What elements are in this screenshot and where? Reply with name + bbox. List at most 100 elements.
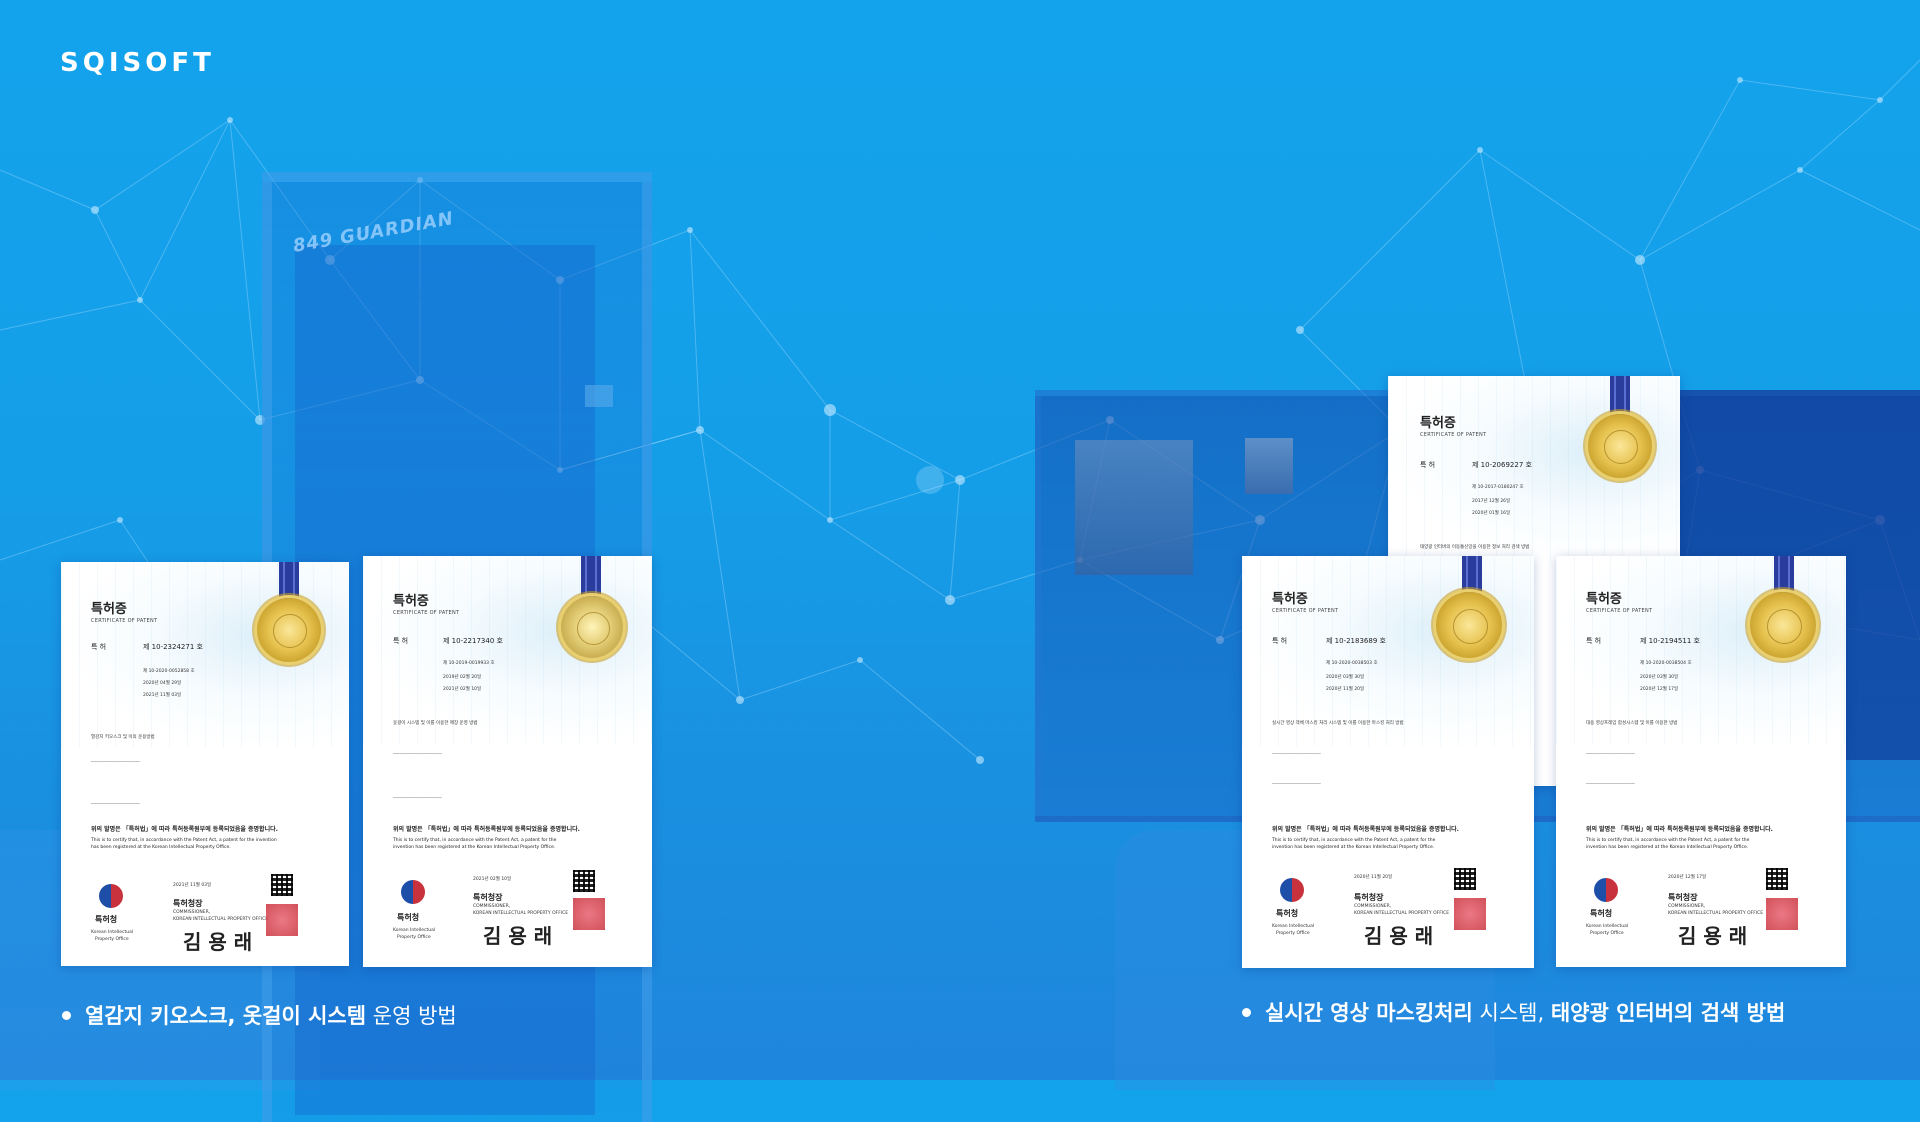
kipo-emblem — [99, 884, 123, 908]
filing-date: 2020년 03월 30일 — [1640, 675, 1679, 680]
patent-number: 제 10-2069227 호 — [1472, 461, 1532, 469]
cert-title: 특허증 — [1586, 592, 1622, 607]
invention-title: 실시간 영상 객체 마스킹 처리 시스템 및 이를 이용한 마스킹 처리 방법 — [1272, 721, 1404, 726]
qr-code — [271, 874, 293, 896]
signature: 김 용 래 — [183, 930, 253, 954]
commissioner-en-1: COMMISSIONER, — [1668, 904, 1706, 909]
statement-korean: 위의 발명은 「특허법」에 따라 특허등록원부에 등록되었음을 증명합니다. — [393, 826, 580, 833]
commissioner-en-2: KOREAN INTELLECTUAL PROPERTY OFFICE — [1668, 911, 1764, 916]
label-patent: 특 허 — [1272, 637, 1288, 645]
kipo-emblem — [1280, 878, 1304, 902]
cert-subtitle: CERTIFICATE OF PATENT — [91, 618, 158, 624]
gold-seal — [561, 596, 623, 658]
patent-certificate-hanger: 특허증 CERTIFICATE OF PATENT 특 허 제 10-22173… — [363, 556, 652, 967]
commissioner-en-2: KOREAN INTELLECTUAL PROPERTY OFFICE — [1354, 911, 1450, 916]
qr-code — [573, 870, 595, 892]
kipo-emblem — [401, 880, 425, 904]
face-thumbnail-large — [1075, 440, 1193, 575]
application-number: 제 10-2020-0038504 호 — [1640, 661, 1692, 666]
signature: 김 용 래 — [1364, 924, 1434, 948]
cert-title: 특허증 — [91, 602, 127, 617]
statement-english-1: This is to certify that, in accordance w… — [1272, 838, 1436, 843]
brand-logo[interactable]: SQISOFT — [60, 48, 215, 78]
statement-english-2: invention has been registered at the Kor… — [393, 845, 556, 850]
label-patent: 특 허 — [1420, 461, 1436, 469]
cert-subtitle: CERTIFICATE OF PATENT — [393, 610, 460, 616]
office-english-2: Property Office — [1590, 931, 1624, 936]
application-number: 제 10-2017-0180247 호 — [1472, 485, 1524, 490]
statement-english-1: This is to certify that, in accordance w… — [91, 838, 277, 843]
registration-date: 2021년 11월 03일 — [143, 693, 182, 698]
statement-korean: 위의 발명은 「특허법」에 따라 특허등록원부에 등록되었음을 증명합니다. — [1272, 826, 1459, 833]
application-number: 제 10-2020-0038503 호 — [1326, 661, 1378, 666]
caption-right: 실시간 영상 마스킹처리 시스템, 태양광 인터버의 검색 방법 — [1242, 997, 1785, 1027]
cert-subtitle: CERTIFICATE OF PATENT — [1420, 432, 1487, 438]
gold-seal — [1588, 414, 1652, 478]
official-stamp — [1454, 898, 1486, 930]
office-name: 특허청 — [95, 915, 118, 924]
bullet-icon — [1242, 1007, 1251, 1017]
commissioner-en-1: COMMISSIONER, — [173, 910, 211, 915]
office-english-1: Korean Intellectual — [1586, 924, 1629, 929]
caption-left-bold: 열감지 키오스크, 옷걸이 시스템 — [85, 1004, 367, 1028]
patent-certificate-frame-synthesis: 특허증 CERTIFICATE OF PATENT 특 허 제 10-21945… — [1556, 556, 1846, 967]
registration-date: 2021년 02월 10일 — [443, 687, 482, 692]
application-number: 제 10-2020-0052858 호 — [143, 669, 195, 674]
filing-date: 2019년 02월 20일 — [443, 675, 482, 680]
commissioner-en-1: COMMISSIONER, — [473, 904, 511, 909]
invention-title: 대용 영상프레임 합성시스템 및 이를 이용한 방법 — [1586, 721, 1678, 726]
office-english-1: Korean Intellectual — [393, 928, 436, 933]
filing-date: 2020년 04월 29일 — [143, 681, 182, 686]
official-stamp — [266, 904, 298, 936]
office-english-2: Property Office — [95, 937, 129, 942]
label-patent: 특 허 — [1586, 637, 1602, 645]
issue-date: 2020년 12월 17일 — [1668, 875, 1707, 880]
office-english-2: Property Office — [397, 935, 431, 940]
invention-title: 열감지 키오스크 및 이의 운용방법 — [91, 735, 155, 740]
cert-title: 특허증 — [1420, 416, 1456, 431]
patent-number: 제 10-2324271 호 — [143, 643, 203, 651]
gold-seal — [1750, 592, 1816, 658]
caption-left-normal: 운영 방법 — [366, 1004, 457, 1028]
issue-date: 2021년 02월 10일 — [473, 877, 512, 882]
commissioner-title: 특허청장 — [1668, 893, 1698, 902]
signature: 김 용 래 — [1678, 924, 1748, 948]
gold-seal — [257, 598, 321, 662]
gold-seal — [1436, 592, 1502, 658]
cert-title: 특허증 — [393, 594, 429, 609]
label-patent: 특 허 — [91, 643, 107, 651]
face-thumbnail-small — [1245, 438, 1293, 494]
statement-english-2: invention has been registered at the Kor… — [1586, 845, 1749, 850]
issue-date: 2021년 11월 03일 — [173, 883, 212, 888]
office-english-1: Korean Intellectual — [91, 930, 134, 935]
invention-title: 옷걸이 시스템 및 이를 이용한 매장 운영 방법 — [393, 721, 478, 726]
statement-english-1: This is to certify that, in accordance w… — [393, 838, 557, 843]
cert-title: 특허증 — [1272, 592, 1308, 607]
qr-code — [1454, 868, 1476, 890]
statement-english-2: invention has been registered at the Kor… — [1272, 845, 1435, 850]
patent-number: 제 10-2217340 호 — [443, 637, 503, 645]
issue-date: 2020년 11월 20일 — [1354, 875, 1393, 880]
statement-english-2: has been registered at the Korean Intell… — [91, 845, 231, 850]
bullet-icon — [62, 1010, 71, 1020]
official-stamp — [573, 898, 605, 930]
application-number: 제 10-2019-0019933 호 — [443, 661, 495, 666]
signature: 김 용 래 — [483, 924, 553, 948]
cert-subtitle: CERTIFICATE OF PATENT — [1272, 608, 1339, 614]
registration-date: 2020년 12월 17일 — [1640, 687, 1679, 692]
caption-right-bold-2: 태양광 인터버의 검색 방법 — [1550, 1001, 1786, 1025]
caption-right-bold-1: 실시간 영상 마스킹처리 — [1265, 1001, 1473, 1025]
office-english-1: Korean Intellectual — [1272, 924, 1315, 929]
invention-title: 태양광 인터버의 이동통신망을 이용한 정보 처리 검색 방법 — [1420, 545, 1530, 550]
office-english-2: Property Office — [1276, 931, 1310, 936]
office-name: 특허청 — [1276, 909, 1299, 918]
kiosk-handle — [585, 385, 613, 407]
official-stamp — [1766, 898, 1798, 930]
commissioner-title: 특허청장 — [1354, 893, 1384, 902]
commissioner-en-2: KOREAN INTELLECTUAL PROPERTY OFFICE — [173, 917, 269, 922]
label-patent: 특 허 — [393, 637, 409, 645]
caption-left: 열감지 키오스크, 옷걸이 시스템 운영 방법 — [62, 1000, 457, 1030]
office-name: 특허청 — [397, 913, 420, 922]
office-name: 특허청 — [1590, 909, 1613, 918]
cert-subtitle: CERTIFICATE OF PATENT — [1586, 608, 1653, 614]
